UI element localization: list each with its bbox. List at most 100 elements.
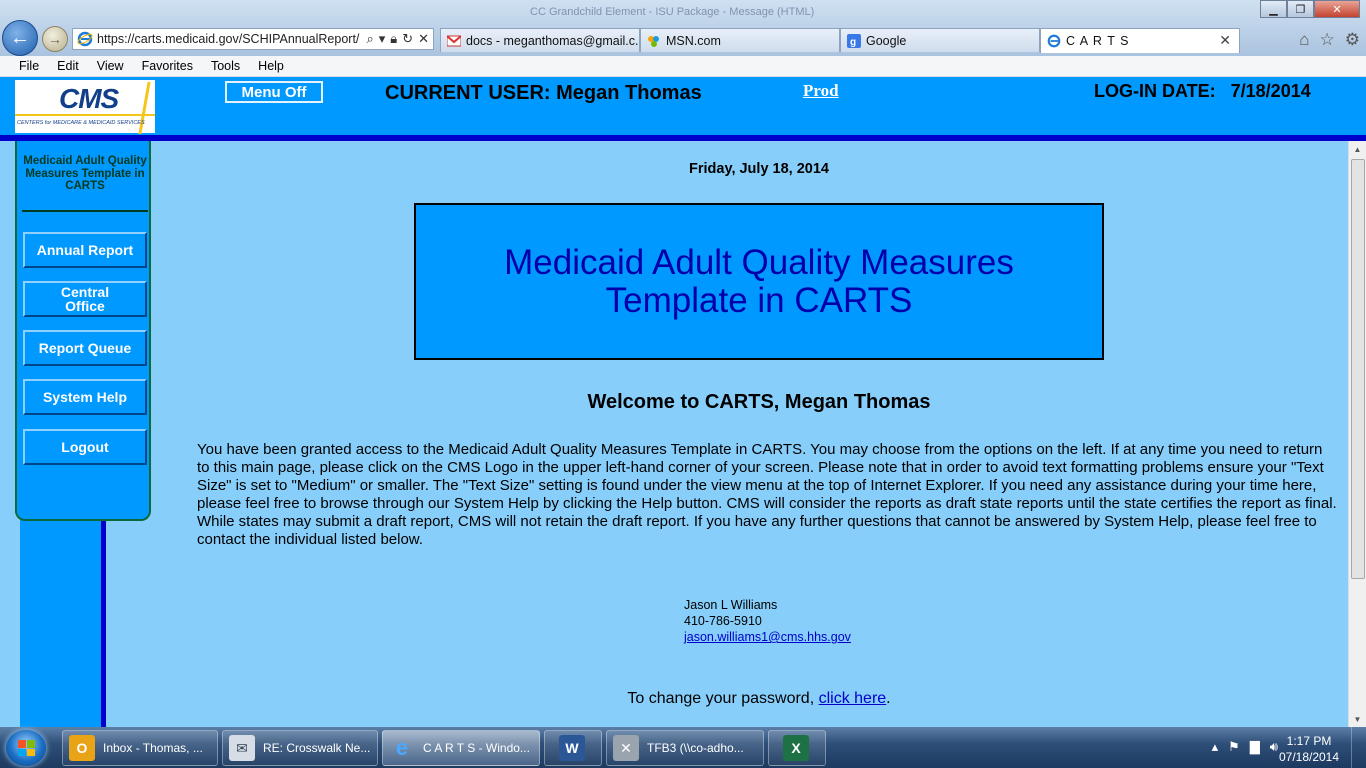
taskbar-excel[interactable]: X [768, 730, 826, 766]
tab-label: docs - meganthomas@gmail.c... [466, 33, 640, 48]
tab-gmail[interactable]: docs - meganthomas@gmail.c... [440, 28, 640, 52]
browser-toolbar-right: ⌂ ☆ ⚙ [1299, 30, 1360, 50]
contact-email-link[interactable]: jason.williams1@cms.hhs.gov [684, 629, 851, 645]
nav-divider [22, 210, 148, 212]
task-label: RE: Crosswalk Ne... [263, 741, 371, 755]
scroll-down-arrow-icon[interactable]: ▼ [1349, 711, 1366, 727]
minimize-button[interactable]: ▁ [1260, 0, 1287, 18]
task-label: TFB3 (\\co-adho... [647, 741, 744, 755]
refresh-icon[interactable]: ↻ [402, 31, 413, 47]
menu-edit[interactable]: Edit [48, 59, 88, 73]
lock-icon[interactable]: 🔒︎ [390, 31, 397, 47]
contact-phone: 410-786-5910 [684, 614, 762, 628]
taskbar-ie-carts[interactable]: e C A R T S - Windo... [382, 730, 540, 766]
clock-date: 07/18/2014 [1278, 750, 1340, 764]
start-button[interactable] [6, 730, 46, 766]
logo-accent [138, 82, 151, 134]
current-date: Friday, July 18, 2014 [689, 161, 829, 177]
windows-logo-icon [18, 740, 35, 756]
current-user: CURRENT USER: Megan Thomas [385, 82, 702, 104]
ie-icon: e [395, 735, 409, 760]
change-password-link[interactable]: click here [819, 690, 887, 707]
outlook-icon: O [69, 735, 95, 761]
browser-menubar: File Edit View Favorites Tools Help [0, 56, 1366, 77]
tab-label: MSN.com [666, 33, 721, 48]
logout-button[interactable]: Logout [23, 429, 147, 465]
logo-text: CMS [59, 83, 119, 114]
tab-label: C A R T S [1066, 34, 1130, 48]
google-icon: g [847, 33, 861, 48]
browser-titlebar: CC Grandchild Element - ISU Package - Me… [0, 0, 1366, 56]
logo-subtext: CENTERS for MEDICARE & MEDICAID SERVICES [17, 120, 145, 126]
windows-taskbar: O Inbox - Thomas, ... ✉ RE: Crosswalk Ne… [0, 727, 1366, 768]
tab-carts[interactable]: C A R T S ✕ [1040, 28, 1240, 53]
vertical-scrollbar[interactable]: ▲ ▼ [1348, 141, 1366, 727]
banner-title: Medicaid Adult Quality Measures Template… [504, 242, 1014, 320]
welcome-heading: Welcome to CARTS, Megan Thomas [587, 391, 931, 413]
system-clock[interactable]: 1:17 PM 07/18/2014 [1274, 733, 1344, 765]
scroll-up-arrow-icon[interactable]: ▲ [1349, 141, 1366, 157]
taskbar-email-message[interactable]: ✉ RE: Crosswalk Ne... [222, 730, 378, 766]
gear-icon[interactable]: ⚙ [1345, 30, 1360, 50]
carts-header: CMS CENTERS for MEDICARE & MEDICAID SERV… [0, 77, 1366, 141]
network-drive-icon: ✕ [613, 735, 639, 761]
svg-text:g: g [850, 37, 856, 48]
report-queue-button[interactable]: Report Queue [23, 330, 147, 366]
menu-favorites[interactable]: Favorites [133, 59, 202, 73]
taskbar-network-drive[interactable]: ✕ TFB3 (\\co-adho... [606, 730, 764, 766]
forward-button[interactable]: → [42, 26, 68, 52]
left-nav: Medicaid Adult Quality Measures Template… [15, 141, 151, 521]
menu-file[interactable]: File [0, 59, 48, 73]
stop-icon[interactable]: ✕ [418, 31, 429, 47]
task-label: Inbox - Thomas, ... [103, 741, 203, 755]
menu-tools[interactable]: Tools [202, 59, 249, 73]
action-center-icon[interactable]: ⚑ [1228, 739, 1240, 755]
tab-label: Google [866, 33, 907, 48]
arrow-right-icon: → [48, 31, 62, 47]
show-hidden-icons-icon[interactable]: ▴ [1212, 739, 1219, 755]
tab-msn[interactable]: MSN.com [640, 28, 840, 52]
central-office-button[interactable]: Central Office [23, 281, 147, 317]
favorites-star-icon[interactable]: ☆ [1320, 30, 1335, 50]
environment-link[interactable]: Prod [803, 81, 839, 101]
page-content: CMS CENTERS for MEDICARE & MEDICAID SERV… [0, 77, 1366, 727]
clock-time: 1:17 PM [1286, 734, 1332, 748]
back-button[interactable]: ← [2, 20, 38, 56]
show-desktop-button[interactable] [1351, 727, 1366, 768]
close-window-button[interactable]: ✕ [1314, 0, 1360, 18]
menu-view[interactable]: View [88, 59, 133, 73]
task-label: C A R T S - Windo... [423, 741, 530, 755]
scroll-thumb[interactable] [1351, 159, 1365, 579]
address-url[interactable]: https://carts.medicaid.gov/SCHIPAnnualRe… [97, 32, 366, 46]
dropdown-icon[interactable]: ▾ [379, 31, 386, 47]
login-date: LOG-IN DATE: 7/18/2014 [1094, 81, 1311, 101]
gmail-icon [447, 34, 461, 46]
close-tab-icon[interactable]: ✕ [1219, 32, 1231, 49]
email-message-icon: ✉ [229, 735, 255, 761]
home-icon[interactable]: ⌂ [1299, 30, 1309, 50]
word-icon: W [559, 735, 585, 761]
contact-name: Jason L Williams [684, 598, 778, 612]
change-password-line: To change your password, click here. [0, 690, 1366, 708]
msn-icon [648, 35, 659, 47]
title-banner: Medicaid Adult Quality Measures Template… [414, 203, 1104, 360]
system-tray: ▴ ⚑ ▇ 🔊︎ [1212, 739, 1278, 755]
annual-report-button[interactable]: Annual Report [23, 232, 147, 268]
logo-underline [15, 114, 155, 116]
restore-button[interactable]: ❐ [1287, 0, 1314, 18]
intro-paragraph: You have been granted access to the Medi… [197, 441, 1337, 548]
ie-icon [1047, 34, 1061, 48]
arrow-left-icon: ← [10, 26, 30, 49]
cms-logo[interactable]: CMS CENTERS for MEDICARE & MEDICAID SERV… [15, 80, 155, 134]
contact-block: Jason L Williams 410-786-5910 jason.will… [684, 597, 851, 645]
menu-off-button[interactable]: Menu Off [225, 81, 323, 103]
ie-icon [77, 31, 93, 47]
password-prefix: To change your password, [627, 690, 815, 707]
tab-google[interactable]: g Google [840, 28, 1040, 52]
taskbar-outlook[interactable]: O Inbox - Thomas, ... [62, 730, 218, 766]
menu-help[interactable]: Help [249, 59, 293, 73]
search-icon[interactable]: ⌕ [366, 31, 373, 47]
address-bar[interactable]: https://carts.medicaid.gov/SCHIPAnnualRe… [72, 28, 434, 50]
taskbar-word[interactable]: W [544, 730, 602, 766]
network-signal-icon[interactable]: ▇ [1250, 739, 1260, 755]
